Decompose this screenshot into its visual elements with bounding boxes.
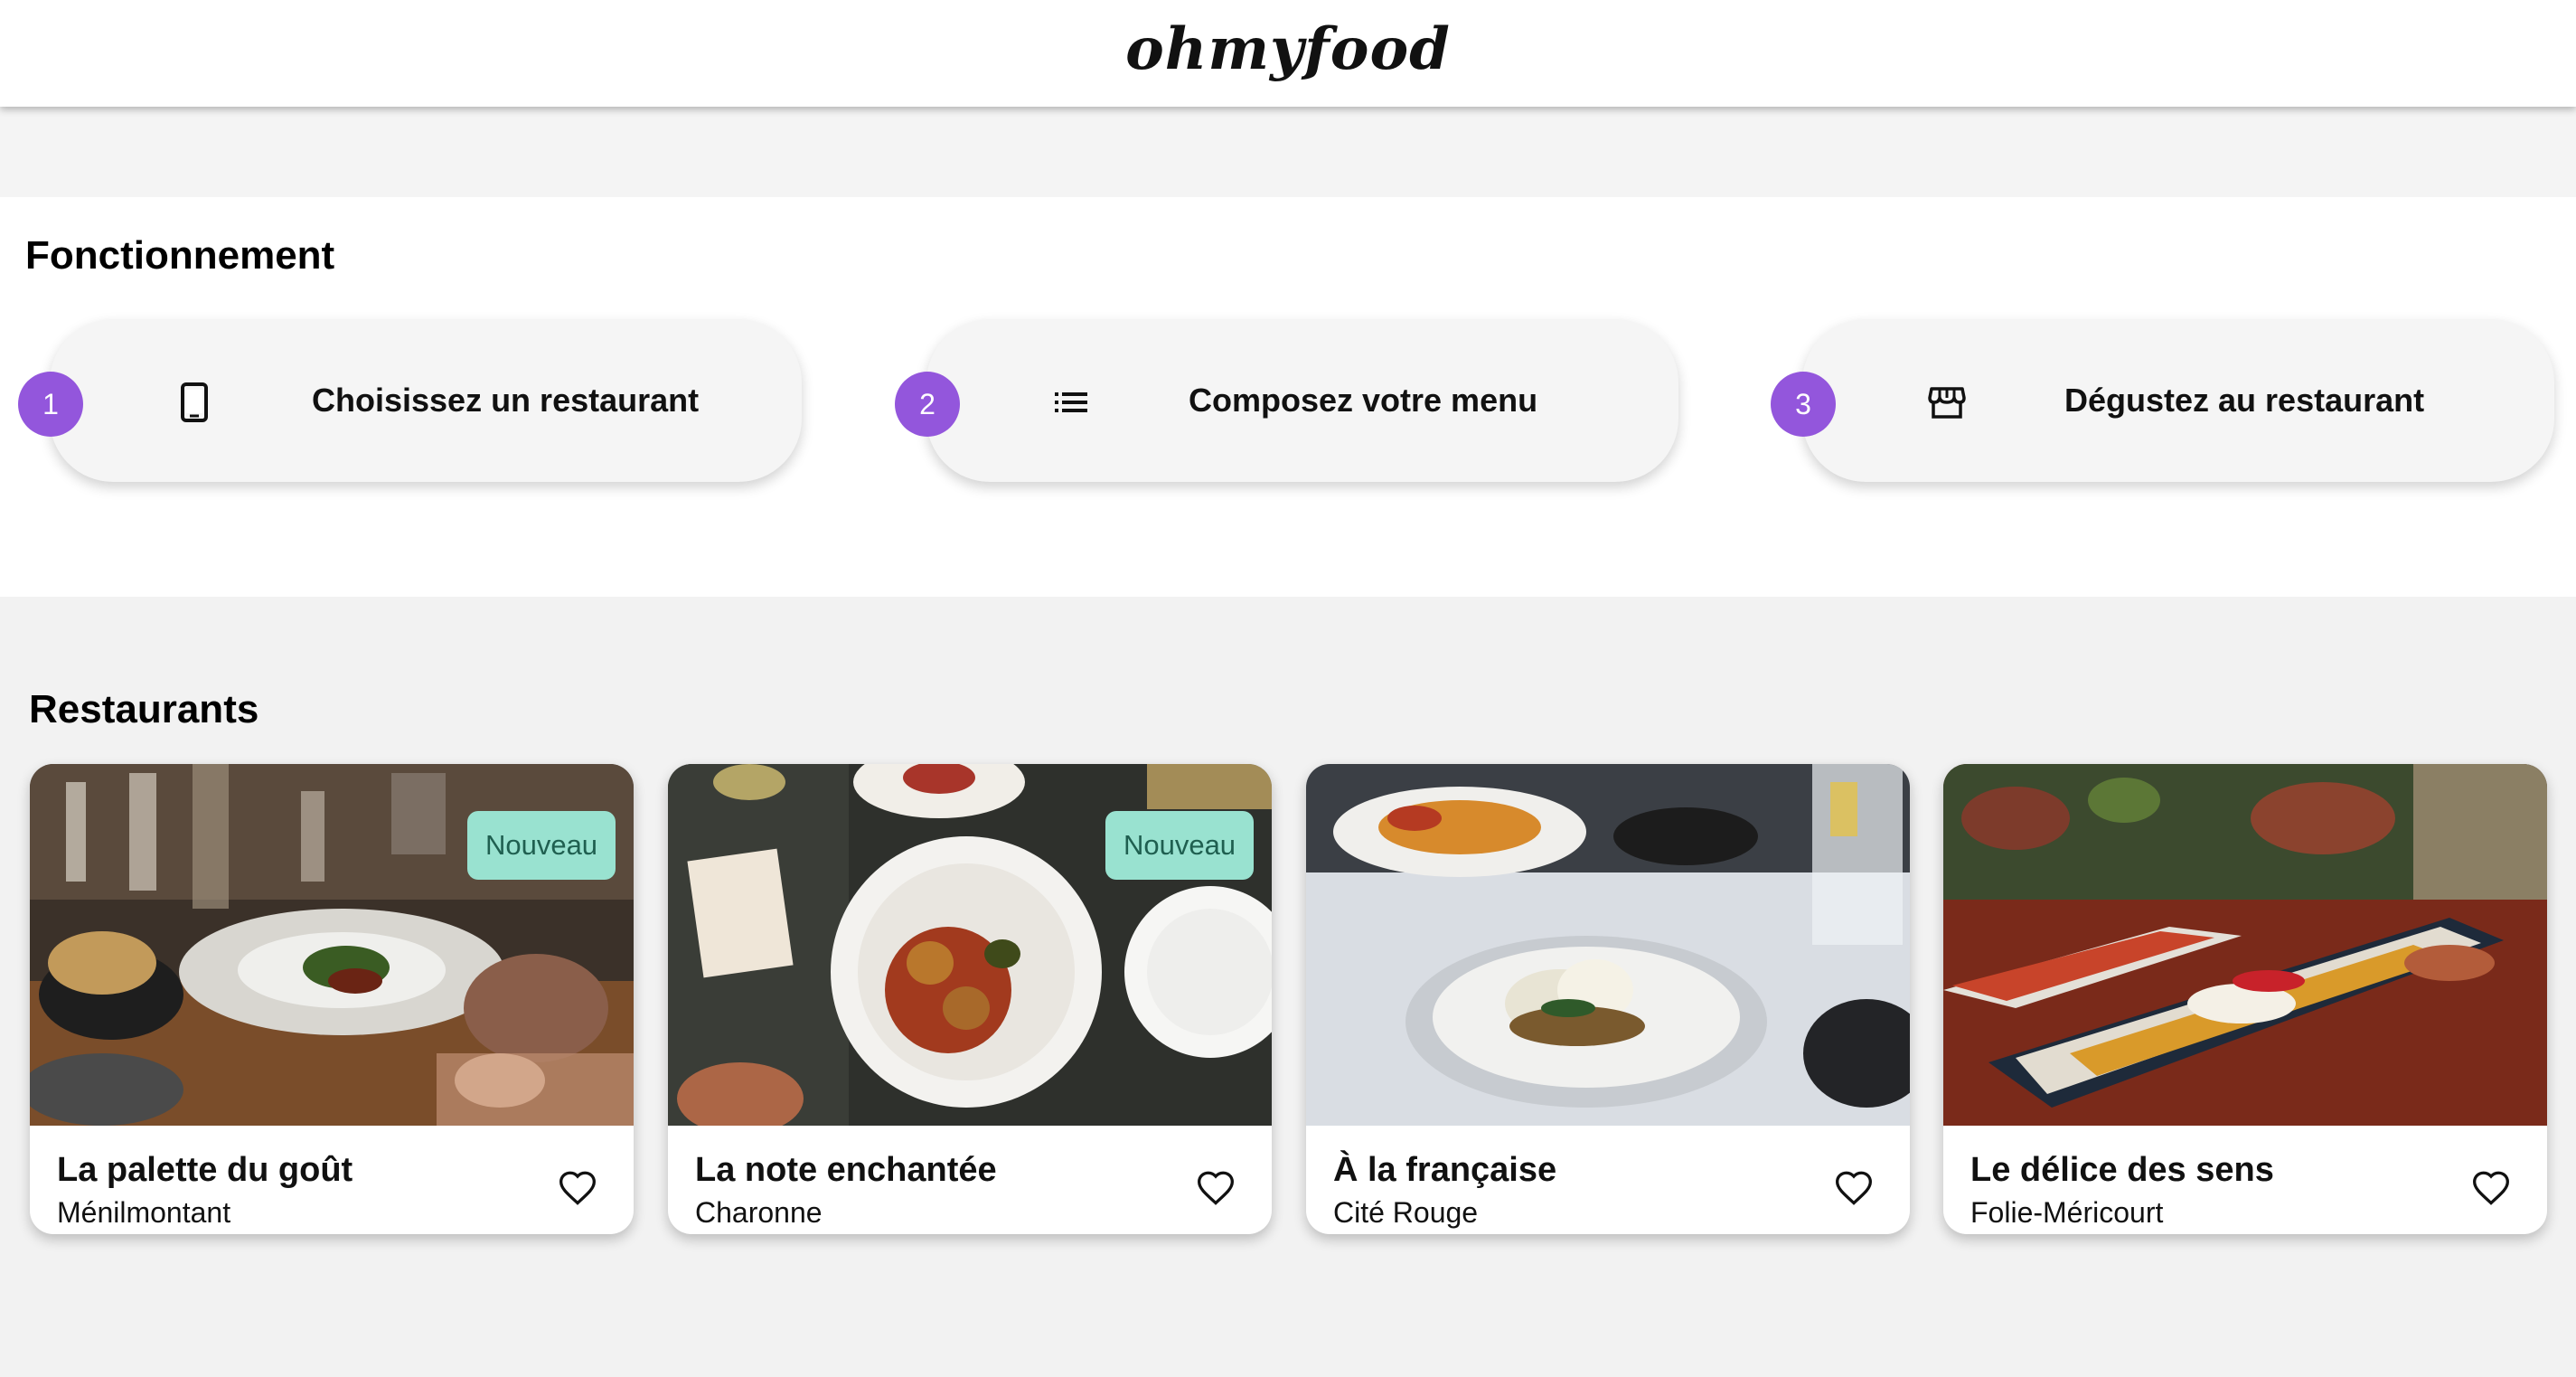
step-label-2: Composez votre menu [1189, 382, 1538, 419]
restaurant-card-3[interactable]: À la française Cité Rouge [1306, 764, 1910, 1234]
new-badge: Nouveau [1105, 811, 1254, 880]
storefront-icon [1927, 382, 1967, 422]
step-number-2: 2 [895, 372, 960, 437]
step-number-3: 3 [1771, 372, 1836, 437]
step-number-1: 1 [18, 372, 83, 437]
step-card-2[interactable]: Composez votre menu [926, 319, 1678, 482]
restaurant-area: Cité Rouge [1333, 1196, 1479, 1229]
restaurant-card-1[interactable]: Nouveau La palette du goût Ménilmontant [30, 764, 634, 1234]
restaurant-photo-4 [1943, 764, 2547, 1126]
heart-outline-icon[interactable] [1196, 1169, 1236, 1209]
step-card-3[interactable]: Dégustez au restaurant [1802, 319, 2554, 482]
how-it-works-section: Fonctionnement 1 Choisissez un restauran… [0, 197, 2576, 597]
site-header: ohmyfood [0, 0, 2576, 107]
logo[interactable]: ohmyfood [1125, 15, 1451, 83]
restaurant-area: Charonne [695, 1196, 823, 1229]
spacer-band [0, 107, 2576, 197]
new-badge: Nouveau [467, 811, 616, 880]
restaurant-photo-3 [1306, 764, 1910, 1126]
step-label-1: Choisissez un restaurant [312, 382, 700, 419]
restaurant-name: Le délice des sens [1970, 1151, 2274, 1189]
restaurant-area: Folie-Méricourt [1970, 1196, 2164, 1229]
step-label-3: Dégustez au restaurant [2064, 382, 2425, 419]
list-icon [1051, 382, 1091, 422]
restaurant-name: La palette du goût [57, 1151, 353, 1189]
restaurants-section: Restaurants Nouveau La palette du goût M… [0, 597, 2576, 1377]
restaurant-name: À la française [1333, 1151, 1557, 1189]
step-card-1[interactable]: Choisissez un restaurant [50, 319, 802, 482]
heart-outline-icon[interactable] [2471, 1169, 2511, 1209]
section-title-restaurants: Restaurants [29, 687, 259, 731]
smartphone-icon [174, 382, 214, 422]
restaurant-card-2[interactable]: Nouveau La note enchantée Charonne [668, 764, 1272, 1234]
restaurant-name: La note enchantée [695, 1151, 997, 1189]
section-title-how: Fonctionnement [25, 233, 335, 278]
heart-outline-icon[interactable] [558, 1169, 597, 1209]
heart-outline-icon[interactable] [1834, 1169, 1874, 1209]
restaurant-area: Ménilmontant [57, 1196, 231, 1229]
restaurant-card-4[interactable]: Le délice des sens Folie-Méricourt [1943, 764, 2547, 1234]
